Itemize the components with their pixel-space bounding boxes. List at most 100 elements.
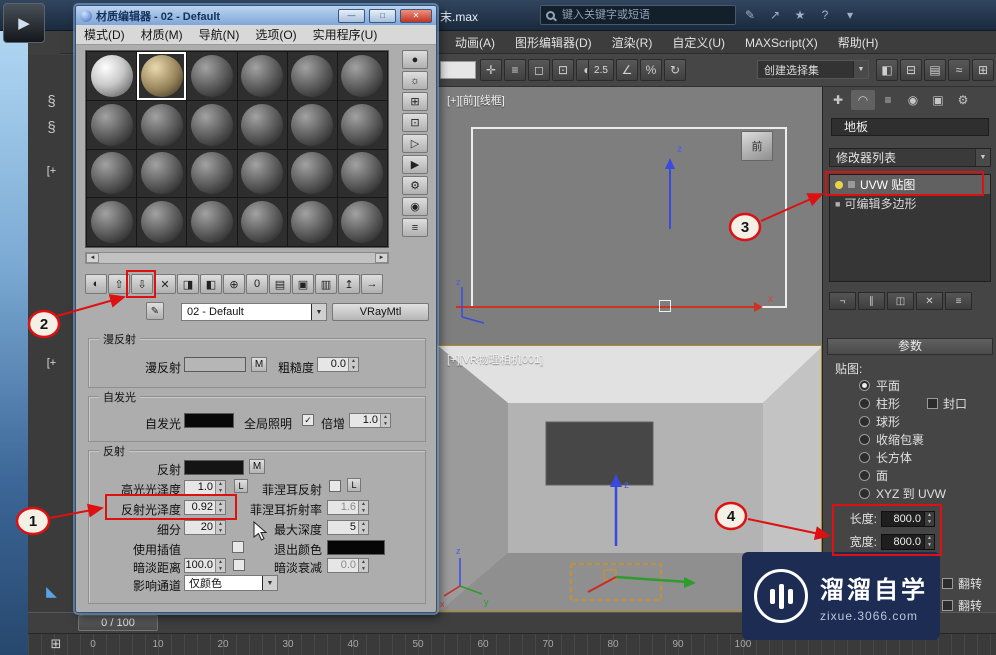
material-sample-slot-21[interactable] bbox=[238, 198, 287, 246]
menu-rendering[interactable]: 渲染(R) bbox=[602, 34, 663, 51]
menu-animation[interactable]: 动画(A) bbox=[445, 34, 505, 51]
diffuse-color-swatch[interactable] bbox=[184, 357, 246, 372]
highlight-glossiness-value[interactable]: 1.0 bbox=[185, 481, 215, 494]
menu-maxscript[interactable]: MAXScript(X) bbox=[735, 36, 828, 50]
sample-tool-0-icon[interactable]: ● bbox=[402, 50, 428, 69]
material-sample-slot-13[interactable] bbox=[137, 150, 186, 198]
spinner-arrows[interactable]: ▲▼ bbox=[215, 521, 225, 534]
sample-tool-5-icon[interactable]: ▶ bbox=[402, 155, 428, 174]
use-interpolation-checkbox[interactable] bbox=[232, 541, 244, 553]
material-tool-8-icon[interactable]: ▤ bbox=[269, 274, 291, 294]
dim-falloff-value[interactable]: 0.0 bbox=[328, 559, 358, 572]
snap-tool-2-icon[interactable]: ↻ bbox=[664, 59, 686, 81]
material-sample-slot-16[interactable] bbox=[288, 150, 337, 198]
spin-up-icon[interactable]: ▲ bbox=[349, 358, 358, 365]
snap-toggle-25-button[interactable]: 2.5 bbox=[588, 59, 614, 81]
highlight-glossiness-spinner[interactable]: 1.0 ▲▼ bbox=[184, 480, 226, 495]
material-sample-slot-19[interactable] bbox=[137, 198, 186, 246]
spin-down-icon[interactable]: ▼ bbox=[216, 566, 225, 573]
max-depth-spinner[interactable]: 5 ▲▼ bbox=[327, 520, 369, 535]
stack-tool-1-icon[interactable]: ∥ bbox=[858, 292, 885, 310]
application-button[interactable]: ▶ bbox=[3, 3, 45, 43]
material-sample-slot-10[interactable] bbox=[288, 101, 337, 149]
sample-tool-3-icon[interactable]: ⊡ bbox=[402, 113, 428, 132]
material-tool-0-icon[interactable]: ◐ bbox=[85, 274, 107, 294]
material-editor-titlebar[interactable]: 材质编辑器 - 02 - Default — □ ✕ bbox=[76, 6, 436, 25]
chevron-down-icon[interactable]: ▼ bbox=[853, 61, 868, 78]
toolbar-field[interactable] bbox=[440, 61, 476, 79]
titlebar-tool-3-icon[interactable]: ? bbox=[817, 6, 833, 24]
material-tool-2-icon[interactable]: ⇩ bbox=[131, 274, 153, 294]
toolbar-tool-r-2-icon[interactable]: ▤ bbox=[924, 59, 946, 81]
length-value[interactable]: 800.0 bbox=[882, 512, 924, 526]
toolbar-tool-1-icon[interactable]: ≡ bbox=[504, 59, 526, 81]
sample-tool-4-icon[interactable]: ▷ bbox=[402, 134, 428, 153]
spin-down-icon[interactable]: ▼ bbox=[349, 365, 358, 372]
toolbar-tool-r-0-icon[interactable]: ◧ bbox=[876, 59, 898, 81]
spin-up-icon[interactable]: ▲ bbox=[216, 501, 225, 508]
dim-falloff-spinner[interactable]: 0.0 ▲▼ bbox=[327, 558, 369, 573]
reflect-glossiness-value[interactable]: 0.92 bbox=[185, 501, 215, 514]
reflect-glossiness-spinner[interactable]: 0.92 ▲▼ bbox=[184, 500, 226, 515]
material-sample-slot-6[interactable] bbox=[87, 101, 136, 149]
material-tool-12-icon[interactable]: → bbox=[361, 274, 383, 294]
spinner-arrows[interactable]: ▲▼ bbox=[358, 501, 368, 514]
panel-tab-2-icon[interactable]: ≡ bbox=[876, 90, 900, 110]
object-name-field[interactable]: 地板 bbox=[831, 118, 989, 136]
material-tool-1-icon[interactable]: ⇧ bbox=[108, 274, 130, 294]
menu-graph-editors[interactable]: 图形编辑器(D) bbox=[505, 34, 602, 51]
material-sample-slot-0[interactable] bbox=[87, 52, 136, 100]
material-tool-5-icon[interactable]: ◧ bbox=[200, 274, 222, 294]
eyedropper-icon[interactable]: ✎ bbox=[146, 302, 164, 320]
modifier-editable-poly[interactable]: ■ 可编辑多边形 bbox=[830, 194, 990, 213]
view-cube[interactable]: 前 bbox=[741, 131, 773, 161]
chevron-down-icon[interactable]: ▼ bbox=[262, 576, 277, 590]
viewport-persp-label[interactable]: [+][VR物理相机001] bbox=[447, 351, 543, 367]
spin-up-icon[interactable]: ▲ bbox=[359, 501, 368, 508]
material-sample-slot-11[interactable] bbox=[338, 101, 387, 149]
spin-up-icon[interactable]: ▲ bbox=[216, 521, 225, 528]
minimize-button[interactable]: — bbox=[338, 9, 365, 23]
material-sample-slot-4[interactable] bbox=[288, 52, 337, 100]
spinner-arrows[interactable]: ▲▼ bbox=[924, 512, 934, 526]
mapping-option-box[interactable]: 长方体 bbox=[859, 449, 912, 466]
titlebar-tool-1-icon[interactable]: ↗ bbox=[767, 6, 783, 24]
subdivs-spinner[interactable]: 20 ▲▼ bbox=[184, 520, 226, 535]
cap-checkbox-row[interactable]: 封口 bbox=[927, 395, 967, 412]
affect-channels-dropdown[interactable]: 仅颜色 ▼ bbox=[184, 575, 278, 591]
selection-set-dropdown[interactable]: 创建选择集 ▼ bbox=[757, 60, 869, 79]
spin-down-icon[interactable]: ▼ bbox=[359, 566, 368, 573]
material-sample-slot-18[interactable] bbox=[87, 198, 136, 246]
chevron-down-icon[interactable]: ▼ bbox=[311, 304, 326, 320]
spinner-arrows[interactable]: ▲▼ bbox=[348, 358, 358, 371]
material-sample-slot-14[interactable] bbox=[187, 150, 236, 198]
fresnel-checkbox[interactable] bbox=[329, 480, 341, 492]
sample-tool-1-icon[interactable]: ☼ bbox=[402, 71, 428, 90]
mapping-option-planar[interactable]: 平面 bbox=[859, 377, 900, 394]
scroll-right-icon[interactable]: ► bbox=[375, 253, 388, 263]
menu-modes[interactable]: 模式(D) bbox=[76, 26, 133, 43]
material-sample-slot-1[interactable] bbox=[137, 52, 186, 100]
spinner-arrows[interactable]: ▲▼ bbox=[924, 535, 934, 549]
material-sample-slot-15[interactable] bbox=[238, 150, 287, 198]
panel-tab-3-icon[interactable]: ◉ bbox=[901, 90, 925, 110]
toolbar-tool-0-icon[interactable]: ✛ bbox=[480, 59, 502, 81]
spinner-arrows[interactable]: ▲▼ bbox=[358, 521, 368, 534]
unlink-tool-icon[interactable]: § bbox=[28, 119, 75, 136]
menu-help[interactable]: 帮助(H) bbox=[828, 34, 889, 51]
material-sample-slot-9[interactable] bbox=[238, 101, 287, 149]
toolbar-tool-r-4-icon[interactable]: ⊞ bbox=[972, 59, 994, 81]
titlebar-tool-2-icon[interactable]: ★ bbox=[792, 6, 808, 24]
grid-icon[interactable]: ⊞ bbox=[44, 636, 68, 652]
fresnel-ior-value[interactable]: 1.6 bbox=[328, 501, 358, 514]
checkbox-icon[interactable] bbox=[927, 398, 938, 409]
spinner-arrows[interactable]: ▲▼ bbox=[215, 501, 225, 514]
checkbox-icon[interactable] bbox=[942, 578, 953, 589]
spin-up-icon[interactable]: ▲ bbox=[925, 512, 934, 519]
fresnel-lock-button[interactable]: L bbox=[347, 478, 361, 492]
spin-down-icon[interactable]: ▼ bbox=[359, 528, 368, 535]
length-spinner[interactable]: 800.0 ▲▼ bbox=[881, 511, 935, 527]
material-sample-slot-22[interactable] bbox=[288, 198, 337, 246]
viewport-front[interactable]: [+][前][线框] x z 前 z bbox=[437, 87, 822, 345]
flip-u-row[interactable]: 翻转 bbox=[942, 575, 982, 592]
